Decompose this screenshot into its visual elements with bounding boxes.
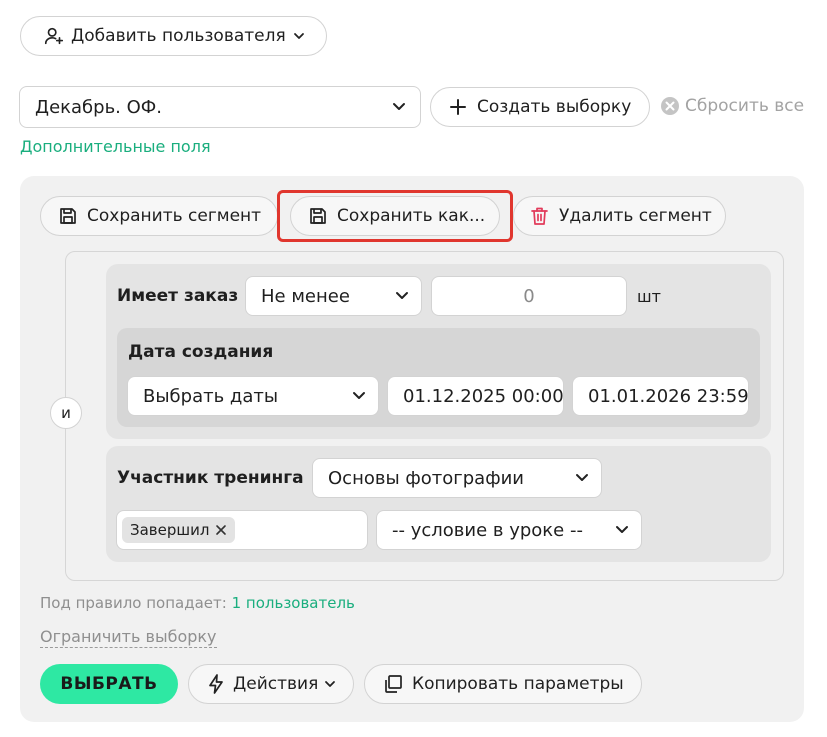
copy-parameters-button[interactable]: Копировать параметры: [364, 664, 642, 704]
add-user-button[interactable]: Добавить пользователя: [20, 16, 327, 56]
result-count-link[interactable]: 1 пользователь: [232, 594, 355, 612]
delete-segment-button[interactable]: Удалить сегмент: [513, 196, 726, 236]
training-label: Участник тренинга: [117, 468, 304, 488]
save-segment-label: Сохранить сегмент: [87, 206, 262, 226]
chevron-down-icon: [325, 681, 336, 687]
order-count-input[interactable]: 0: [431, 276, 627, 316]
date-from-input[interactable]: 01.12.2025 00:00: [387, 376, 564, 416]
chevron-down-icon: [353, 392, 365, 399]
actions-menu-button[interactable]: Действия: [188, 664, 354, 704]
result-prefix: Под правило попадает:: [40, 594, 227, 612]
chevron-down-icon: [393, 103, 405, 110]
chevron-down-icon: [293, 33, 304, 39]
select-button[interactable]: ВЫБРАТЬ: [40, 664, 178, 704]
copy-parameters-label: Копировать параметры: [412, 674, 624, 694]
chevron-down-icon: [616, 526, 628, 533]
lesson-condition-select[interactable]: -- условие в уроке --: [376, 510, 642, 550]
close-circle-icon: [661, 97, 679, 115]
lesson-condition-value: -- условие в уроке --: [392, 519, 583, 541]
create-selection-button[interactable]: Создать выборку: [430, 87, 650, 127]
logic-operator-toggle[interactable]: и: [50, 397, 82, 429]
chevron-down-icon: [576, 474, 588, 481]
training-status-tags-input[interactable]: Завершил: [116, 510, 368, 550]
result-summary: Под правило попадает: 1 пользователь: [40, 594, 355, 612]
segment-select[interactable]: Декабрь. ОФ.: [19, 86, 421, 128]
floppy-disk-icon: [60, 208, 76, 224]
creation-date-label: Дата создания: [128, 342, 274, 362]
create-selection-label: Создать выборку: [477, 97, 632, 117]
date-mode-select[interactable]: Выбрать даты: [127, 376, 379, 416]
save-segment-button[interactable]: Сохранить сегмент: [40, 196, 278, 236]
actions-label: Действия: [233, 674, 319, 694]
lightning-icon: [209, 674, 223, 694]
tag-chip[interactable]: Завершил: [122, 517, 236, 543]
logic-operator-label: и: [61, 404, 71, 422]
add-user-label: Добавить пользователя: [71, 26, 286, 46]
reset-all-button[interactable]: Сбросить все: [660, 96, 804, 116]
date-to-value: 01.01.2026 23:59: [588, 385, 749, 407]
select-button-label: ВЫБРАТЬ: [60, 674, 158, 694]
training-course-select[interactable]: Основы фотографии: [312, 458, 602, 498]
delete-segment-label: Удалить сегмент: [559, 206, 712, 226]
date-from-value: 01.12.2025 00:00: [403, 385, 564, 407]
has-order-condition-select[interactable]: Не менее: [245, 276, 422, 316]
training-course-value: Основы фотографии: [328, 467, 524, 489]
date-mode-value: Выбрать даты: [143, 385, 279, 407]
user-plus-icon: [44, 27, 64, 45]
reset-all-label: Сбросить все: [685, 96, 805, 116]
has-order-condition-value: Не менее: [261, 285, 350, 307]
tag-chip-label: Завершил: [130, 521, 210, 539]
date-to-input[interactable]: 01.01.2026 23:59: [572, 376, 749, 416]
order-unit-label: шт: [637, 287, 661, 306]
plus-icon: [450, 99, 466, 115]
close-icon[interactable]: [215, 524, 227, 536]
has-order-label: Имеет заказ: [117, 286, 239, 306]
trash-icon: [531, 207, 548, 225]
order-count-value: 0: [523, 285, 535, 307]
limit-selection-link[interactable]: Ограничить выборку: [40, 627, 217, 648]
chevron-down-icon: [396, 292, 408, 299]
segment-select-value: Декабрь. ОФ.: [35, 96, 163, 118]
additional-fields-link[interactable]: Дополнительные поля: [20, 137, 211, 156]
copy-icon: [385, 675, 402, 693]
highlight-frame: [277, 190, 513, 242]
